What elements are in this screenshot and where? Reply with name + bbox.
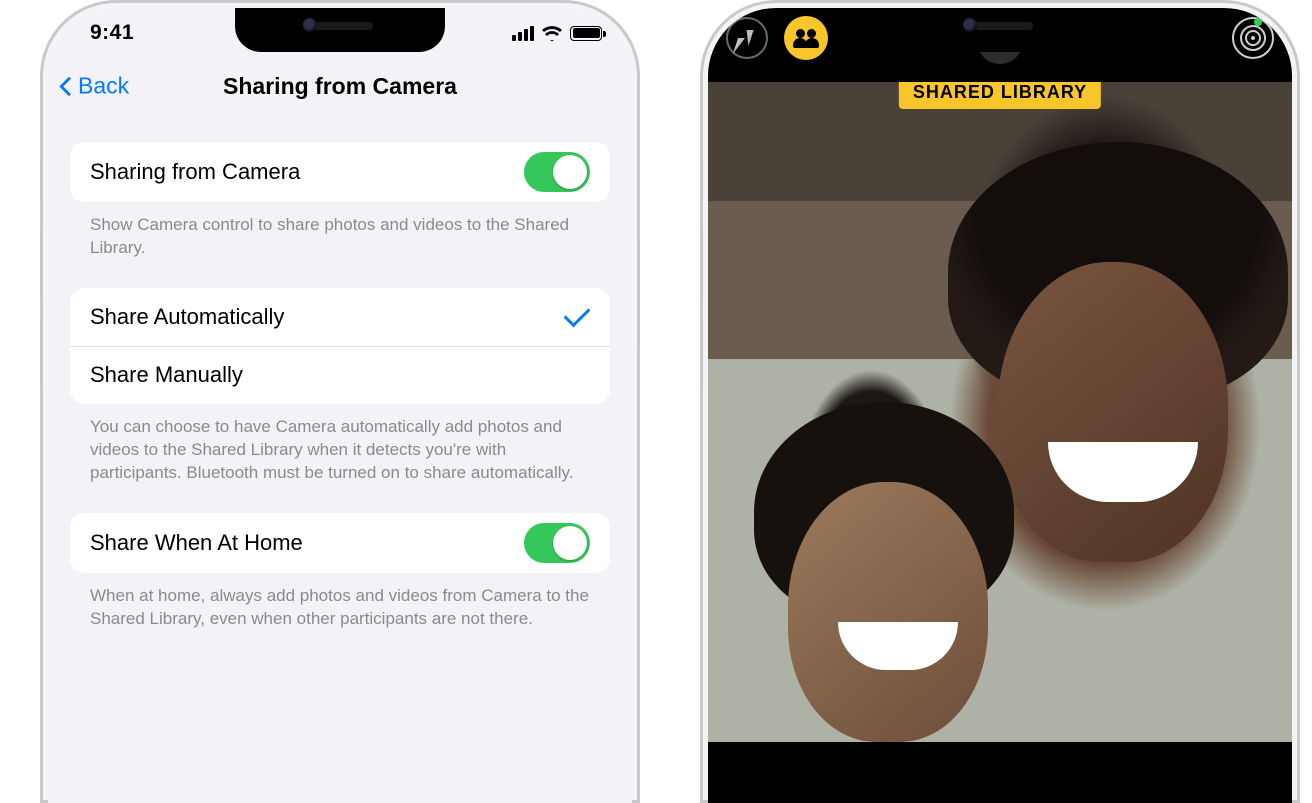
footer-sharing-from-camera: Show Camera control to share photos and … bbox=[70, 214, 610, 260]
display-notch bbox=[895, 8, 1105, 52]
row-share-automatically[interactable]: Share Automatically bbox=[70, 288, 610, 346]
row-label: Share When At Home bbox=[90, 530, 303, 556]
iphone-frame-settings: 9:41 Back Sharing from Camera Sharing f bbox=[40, 0, 640, 803]
checkmark-icon bbox=[564, 300, 591, 327]
iphone-frame-camera: SHARED LIBRARY bbox=[700, 0, 1300, 803]
back-label: Back bbox=[78, 73, 129, 100]
group-share-when-at-home: Share When At Home bbox=[70, 513, 610, 573]
toggle-share-when-at-home[interactable] bbox=[524, 523, 590, 563]
volume-up-button[interactable] bbox=[40, 230, 42, 300]
settings-content: Sharing from Camera Show Camera control … bbox=[48, 114, 632, 631]
live-photo-icon bbox=[1240, 25, 1266, 51]
flash-off-icon bbox=[741, 30, 753, 46]
group-sharing-from-camera: Sharing from Camera bbox=[70, 142, 610, 202]
page-title: Sharing from Camera bbox=[223, 73, 457, 100]
live-photo-button[interactable] bbox=[1232, 17, 1274, 59]
side-power-button[interactable] bbox=[1298, 240, 1300, 350]
cellular-signal-icon bbox=[512, 26, 534, 41]
shared-library-badge: SHARED LIBRARY bbox=[899, 82, 1101, 109]
row-share-when-at-home[interactable]: Share When At Home bbox=[70, 513, 610, 573]
volume-up-button[interactable] bbox=[700, 230, 702, 300]
mute-switch[interactable] bbox=[40, 160, 42, 200]
viewfinder-subject bbox=[788, 482, 988, 742]
toggle-sharing-from-camera[interactable] bbox=[524, 152, 590, 192]
camera-active-indicator-icon bbox=[1254, 18, 1262, 26]
wifi-icon bbox=[541, 25, 563, 41]
shared-library-toggle-button[interactable] bbox=[784, 16, 828, 60]
battery-icon bbox=[570, 26, 602, 41]
footer-share-when-at-home: When at home, always add photos and vide… bbox=[70, 585, 610, 631]
display-notch bbox=[235, 8, 445, 52]
footer-share-mode: You can choose to have Camera automatica… bbox=[70, 416, 610, 485]
nav-bar: Back Sharing from Camera bbox=[48, 58, 632, 114]
chevron-left-icon bbox=[59, 76, 79, 96]
row-label: Share Automatically bbox=[90, 304, 284, 330]
volume-down-button[interactable] bbox=[40, 320, 42, 390]
settings-screen: 9:41 Back Sharing from Camera Sharing f bbox=[48, 8, 632, 803]
mute-switch[interactable] bbox=[700, 160, 702, 200]
row-label: Sharing from Camera bbox=[90, 159, 300, 185]
status-time: 9:41 bbox=[90, 21, 134, 45]
people-icon bbox=[793, 29, 819, 47]
group-share-mode: Share Automatically Share Manually bbox=[70, 288, 610, 404]
flash-button[interactable] bbox=[726, 17, 768, 59]
volume-down-button[interactable] bbox=[700, 320, 702, 390]
row-share-manually[interactable]: Share Manually bbox=[70, 346, 610, 404]
side-power-button[interactable] bbox=[638, 240, 640, 350]
camera-screded going: SHARED LIBRARY bbox=[708, 8, 1292, 803]
camera-viewfinder[interactable]: SHARED LIBRARY bbox=[708, 82, 1292, 742]
back-button[interactable]: Back bbox=[62, 73, 129, 100]
row-sharing-from-camera[interactable]: Sharing from Camera bbox=[70, 142, 610, 202]
row-label: Share Manually bbox=[90, 362, 243, 388]
viewfinder-subject bbox=[998, 262, 1228, 562]
